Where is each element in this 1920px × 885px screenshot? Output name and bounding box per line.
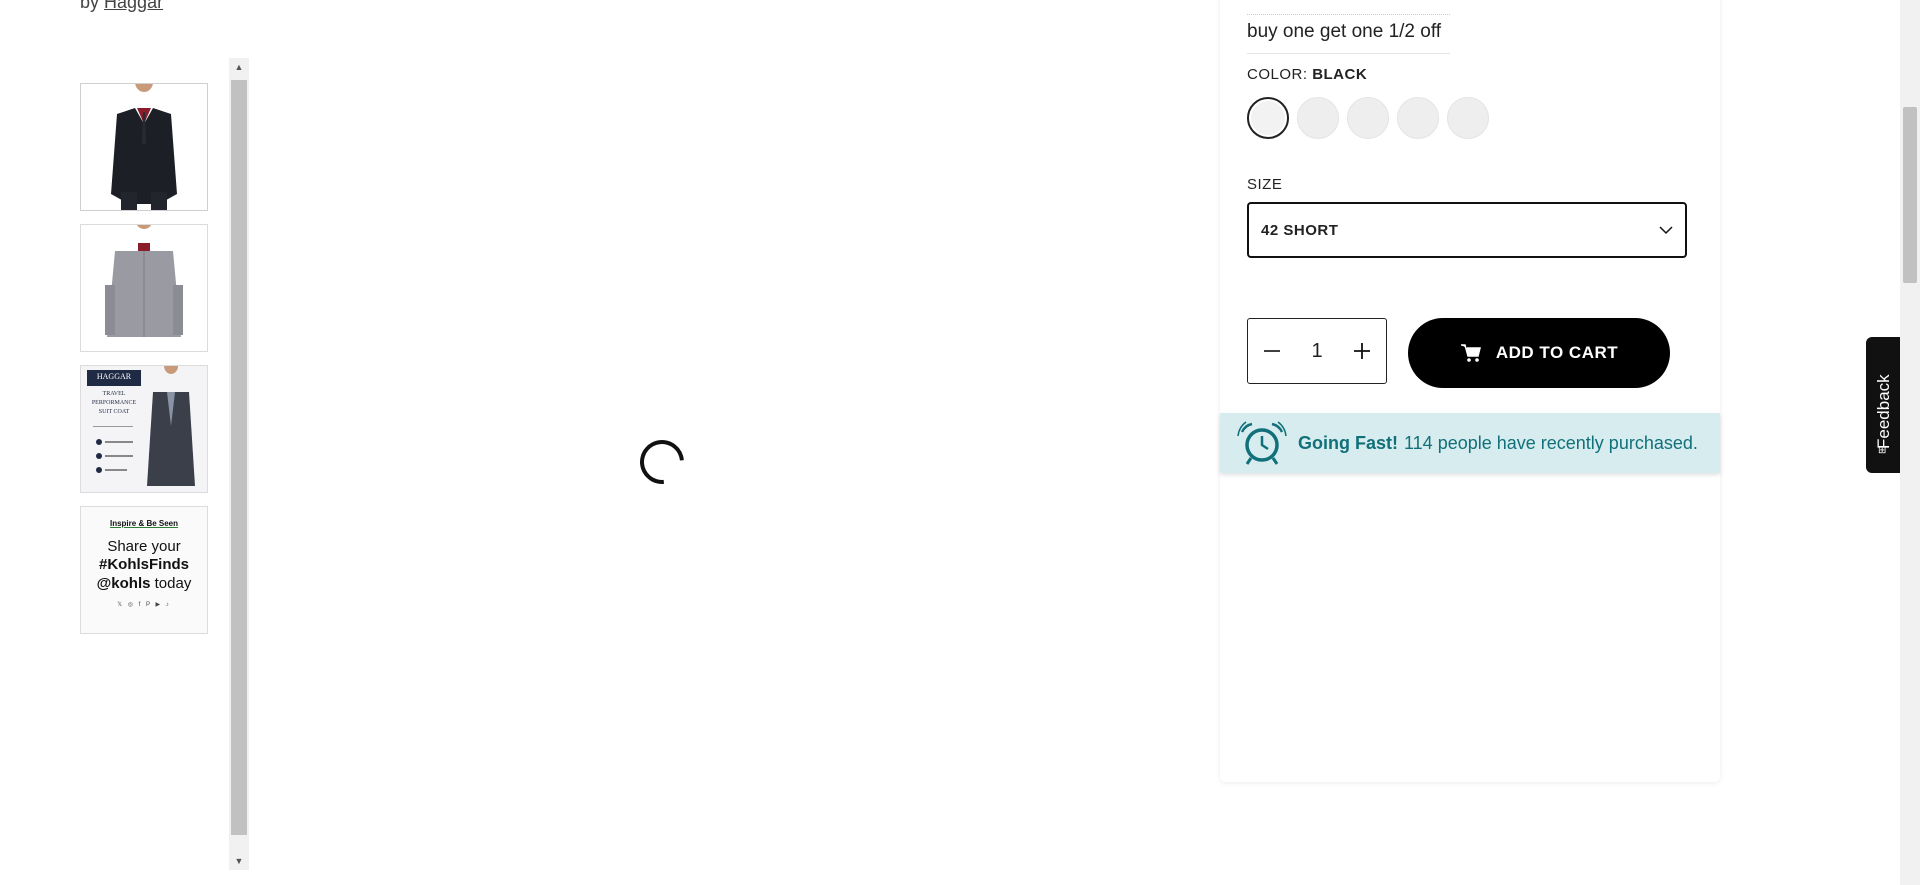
promo-line-2: #KohlsFinds <box>98 556 189 573</box>
feature-card-title: TRAVEL PERFORMANCE SUIT COAT <box>91 391 137 415</box>
brand-byline: by Haggar <box>80 0 163 13</box>
promo-line-1: Share your <box>107 538 181 555</box>
thumbnail-rail: HAGGAR TRAVEL PERFORMANCE SUIT COAT Insp… <box>80 83 208 647</box>
chevron-down-icon <box>1659 225 1673 234</box>
feature-card-image <box>81 366 207 492</box>
add-to-cart-button[interactable]: ADD TO CART <box>1408 318 1670 388</box>
feature-card-badge: HAGGAR <box>96 372 132 381</box>
color-swatch[interactable] <box>1447 97 1489 139</box>
plus-icon[interactable] <box>1348 341 1376 361</box>
suit-back-image <box>81 225 207 351</box>
promo-eyebrow: Inspire & Be Seen <box>109 519 179 528</box>
scroll-down-arrow-icon[interactable]: ▼ <box>229 856 249 866</box>
going-fast-title: Going Fast! <box>1298 432 1398 453</box>
feedback-tab[interactable]: Feedback ⊞ <box>1866 337 1900 473</box>
thumbnail-feature-card[interactable]: HAGGAR TRAVEL PERFORMANCE SUIT COAT <box>80 365 208 493</box>
size-label: SIZE <box>1247 176 1283 193</box>
color-value: BLACK <box>1312 66 1368 83</box>
color-swatch[interactable] <box>1347 97 1389 139</box>
thumbnail-scrollbar[interactable]: ▲ ▼ <box>229 58 249 870</box>
feedback-label: Feedback <box>1874 374 1893 449</box>
size-selected-value: 42 SHORT <box>1261 221 1339 239</box>
color-swatch[interactable] <box>1397 97 1439 139</box>
thumbnail-back-view[interactable] <box>80 224 208 352</box>
product-panel: buy one get one 1/2 off COLOR: BLACK SIZ… <box>1220 0 1720 782</box>
color-swatch[interactable] <box>1297 97 1339 139</box>
color-label: COLOR: BLACK <box>1247 66 1368 83</box>
scroll-up-arrow-icon[interactable]: ▲ <box>229 62 249 72</box>
brand-link[interactable]: Haggar <box>104 0 163 12</box>
brand-prefix: by <box>80 0 100 12</box>
social-icons: 𝕏 ◎ f P ▶ ♪ <box>117 602 171 608</box>
color-swatches <box>1247 97 1489 139</box>
color-swatch-selected[interactable] <box>1247 97 1289 139</box>
page-scrollbar[interactable] <box>1900 0 1920 885</box>
page-scrollbar-thumb[interactable] <box>1903 107 1917 283</box>
loading-spinner-icon <box>631 431 693 493</box>
quantity-stepper: 1 <box>1247 318 1387 384</box>
suit-front-image <box>81 84 207 210</box>
promo-line-3: @kohls today <box>96 575 192 592</box>
thumbnail-front-view[interactable] <box>80 83 208 211</box>
alarm-clock-icon <box>1237 421 1287 465</box>
thumbnail-kohls-promo[interactable]: Inspire & Be Seen Share your #KohlsFinds… <box>80 506 208 634</box>
going-fast-banner: Going Fast! 114 people have recently pur… <box>1220 413 1720 473</box>
cart-icon <box>1460 344 1481 362</box>
going-fast-message: 114 people have recently purchased. <box>1404 432 1698 453</box>
thumbnail-scrollbar-thumb[interactable] <box>231 80 247 835</box>
size-select[interactable]: 42 SHORT <box>1247 202 1687 258</box>
quantity-value[interactable]: 1 <box>1311 340 1322 363</box>
feedback-expand-icon: ⊞ <box>1878 445 1887 456</box>
add-to-cart-label: ADD TO CART <box>1495 343 1619 362</box>
minus-icon[interactable] <box>1258 341 1286 361</box>
promo-offer[interactable]: buy one get one 1/2 off <box>1247 14 1450 54</box>
